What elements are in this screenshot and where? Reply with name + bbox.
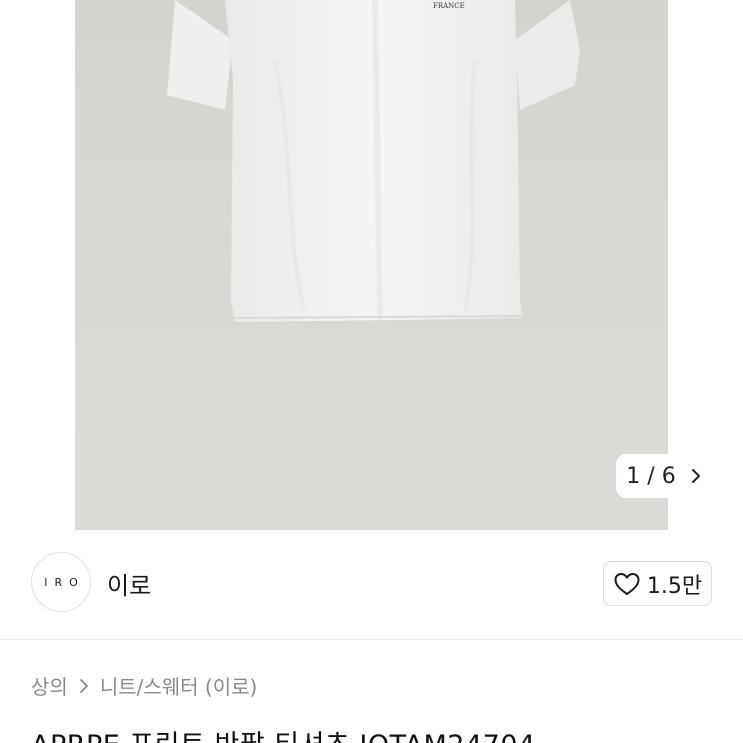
- breadcrumb-category[interactable]: 상의: [31, 671, 68, 700]
- heart-icon: [614, 572, 640, 595]
- breadcrumb-subcategory[interactable]: 니트/스웨터 (이로): [100, 671, 258, 700]
- image-counter-label: 1 / 6: [626, 463, 676, 489]
- breadcrumb: 상의 니트/스웨터 (이로): [31, 671, 257, 700]
- chevron-right-icon: [691, 469, 700, 483]
- shop-logo-text: IRO: [44, 575, 85, 589]
- chevron-right-icon: [79, 678, 88, 693]
- product-gallery[interactable]: FRANCE 1 / 6: [0, 0, 743, 530]
- shirt-print-text: FRANCE: [433, 2, 465, 10]
- tshirt-illustration: FRANCE: [167, 0, 580, 322]
- product-title: APRPE 프린트 반팔 티셔츠 IOTAM24704: [31, 723, 536, 743]
- like-count: 1.5만: [646, 573, 703, 599]
- image-counter[interactable]: 1 / 6: [616, 454, 712, 498]
- like-button[interactable]: 1.5만: [603, 561, 712, 606]
- product-image[interactable]: FRANCE: [75, 0, 668, 530]
- shop-name[interactable]: 이로: [107, 566, 151, 601]
- shop-logo[interactable]: IRO: [31, 552, 91, 612]
